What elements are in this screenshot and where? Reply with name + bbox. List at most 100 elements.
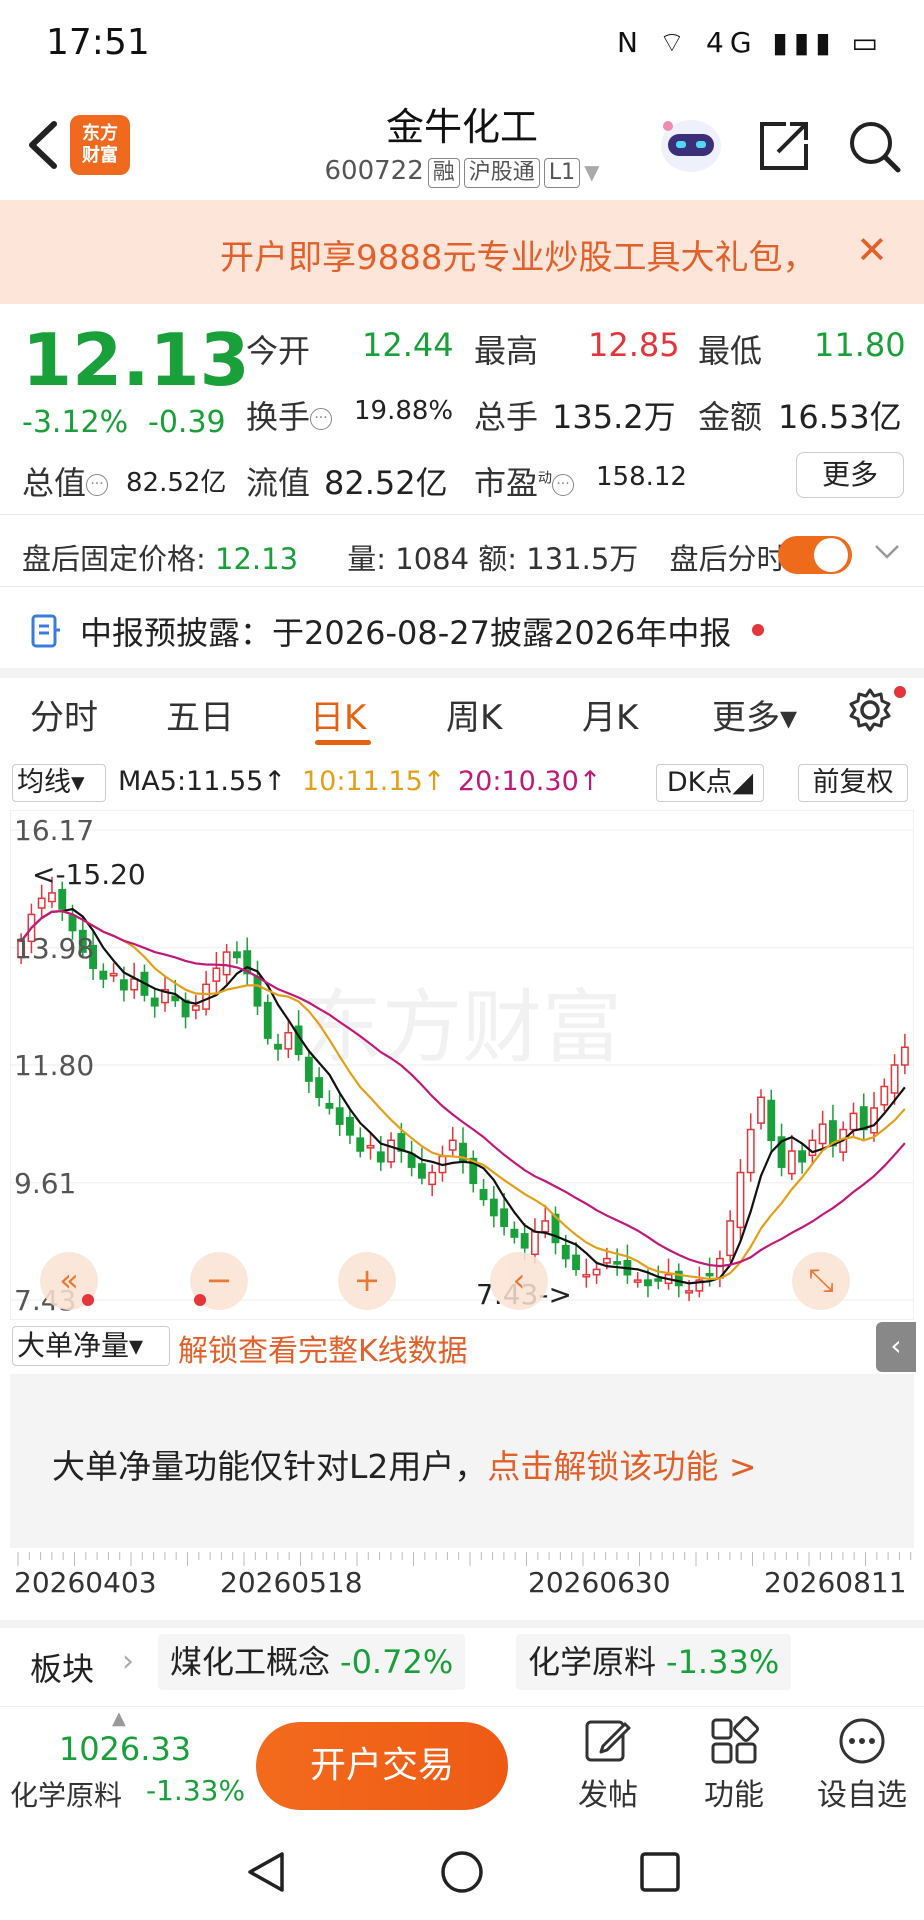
index-value[interactable]: 1026.33 bbox=[20, 1730, 230, 1768]
more-button[interactable]: 更多 bbox=[796, 452, 904, 498]
tab-five-day[interactable]: 五日 bbox=[166, 690, 234, 739]
turnover-value: 19.88% bbox=[354, 396, 454, 426]
divider bbox=[0, 586, 924, 587]
turnover-label-text: 换手 bbox=[246, 398, 311, 436]
candle-down bbox=[68, 914, 77, 932]
ma-select[interactable]: 均线▾ bbox=[12, 764, 106, 802]
amount-label: 金额 bbox=[698, 398, 763, 436]
chevron-right-icon[interactable]: › bbox=[122, 1644, 134, 1679]
promo-text[interactable]: 开户即享9888元专业炒股工具大礼包， bbox=[220, 230, 817, 279]
after-hours-row: 盘后固定价格: 12.13 量: 1084 额: 131.5万 盘后分时 bbox=[22, 536, 786, 578]
notification-dot bbox=[894, 686, 906, 698]
collapse-panel-button[interactable]: ‹ bbox=[876, 1322, 916, 1372]
candle-down bbox=[767, 1099, 776, 1142]
indicator-select[interactable]: 大单净量▾ bbox=[12, 1326, 170, 1366]
section-gap bbox=[0, 1620, 924, 1628]
search-icon[interactable] bbox=[846, 118, 902, 174]
zoom-in-button[interactable]: + bbox=[338, 1252, 396, 1310]
x-axis-ticks bbox=[17, 1552, 912, 1566]
sector-chip[interactable]: 煤化工概念 -0.72% bbox=[158, 1634, 466, 1690]
candle-down bbox=[520, 1233, 529, 1249]
candle-up bbox=[746, 1128, 755, 1174]
x-axis-date: 20260518 bbox=[220, 1566, 363, 1599]
status-icons: N ⌔ 4G ▮▮▮ ▭ bbox=[616, 26, 884, 59]
float-label: 流值 bbox=[246, 464, 311, 502]
chart-scroll-left-button[interactable]: ‹ bbox=[490, 1252, 548, 1310]
caret-down-icon[interactable]: ▼ bbox=[584, 160, 599, 184]
candle-up bbox=[736, 1171, 745, 1229]
x-axis-date: 20260630 bbox=[528, 1566, 671, 1599]
sector-change: -1.33% bbox=[666, 1643, 780, 1681]
pe-label-text: 市盈 bbox=[474, 464, 539, 502]
chart-watermark: 东方财富 bbox=[302, 981, 622, 1074]
functions-button[interactable]: 功能 bbox=[684, 1716, 784, 1814]
sector-label[interactable]: 板块 bbox=[30, 1644, 94, 1690]
gear-icon[interactable] bbox=[846, 686, 894, 734]
turnover-label[interactable]: 换手 ··· bbox=[246, 392, 333, 438]
adjust-mode-button[interactable]: 前复权 bbox=[798, 764, 908, 802]
low-value: 11.80 bbox=[814, 326, 906, 364]
candle-up bbox=[890, 1064, 899, 1094]
add-watchlist-button[interactable]: 设自选 bbox=[812, 1716, 912, 1814]
indicator-message: 大单净量功能仅针对L2用户，点击解锁该功能 > bbox=[52, 1440, 757, 1488]
nav-back-icon[interactable] bbox=[244, 1850, 288, 1894]
dk-point-button[interactable]: DK点◢ bbox=[656, 764, 764, 802]
kline-chart[interactable]: 东方财富 16.1713.9811.809.617.43 <-15.20 7.4… bbox=[10, 810, 914, 1320]
mktcap-label[interactable]: 总值 ··· bbox=[22, 458, 109, 504]
candle-up bbox=[530, 1230, 539, 1256]
current-price: 12.13 bbox=[22, 318, 250, 402]
candle-down bbox=[253, 976, 262, 1007]
nav-recents-icon[interactable] bbox=[638, 1850, 682, 1894]
candle-down bbox=[407, 1153, 416, 1168]
close-icon[interactable]: ✕ bbox=[856, 228, 888, 272]
tab-weekly-k[interactable]: 周K bbox=[446, 690, 502, 739]
candle-up bbox=[592, 1268, 601, 1276]
nav-home-icon[interactable] bbox=[440, 1850, 484, 1894]
index-name[interactable]: 化学原料 bbox=[10, 1774, 122, 1814]
open-account-trade-button[interactable]: 开户交易 bbox=[256, 1722, 508, 1810]
grid-icon bbox=[711, 1716, 759, 1764]
candle-up bbox=[428, 1171, 437, 1186]
divider bbox=[0, 514, 924, 515]
post-button[interactable]: 发帖 bbox=[558, 1716, 658, 1814]
candle-up bbox=[818, 1123, 827, 1145]
indicator-message-text: 大单净量功能仅针对L2用户， bbox=[52, 1447, 488, 1486]
chevron-down-icon[interactable] bbox=[872, 536, 902, 566]
candle-up bbox=[448, 1139, 457, 1151]
sector-chip[interactable]: 化学原料 -1.33% bbox=[516, 1634, 792, 1690]
tab-timeshare[interactable]: 分时 bbox=[30, 690, 98, 739]
report-text[interactable]: 中报预披露：于2026-08-27披露2026年中报 bbox=[80, 608, 731, 654]
high-value: 12.85 bbox=[588, 326, 680, 364]
candle-down bbox=[232, 951, 241, 959]
after-amt-label: 额: bbox=[478, 542, 518, 576]
info-icon[interactable]: ··· bbox=[310, 408, 333, 430]
candle-up bbox=[48, 892, 56, 903]
unlock-feature-link[interactable]: 点击解锁该功能 > bbox=[487, 1447, 756, 1486]
candle-up bbox=[757, 1096, 765, 1124]
toggle-knob bbox=[814, 538, 848, 572]
tab-daily-k[interactable]: 日K bbox=[310, 690, 366, 739]
sector-name: 煤化工概念 bbox=[170, 1643, 331, 1681]
candle-up bbox=[870, 1107, 878, 1134]
ai-assistant-icon[interactable] bbox=[656, 112, 726, 176]
candle-up bbox=[191, 1005, 200, 1011]
caret-up-icon[interactable]: ▲ bbox=[112, 1708, 126, 1729]
unlock-kline-link[interactable]: 解锁查看完整K线数据 bbox=[178, 1326, 468, 1370]
share-icon[interactable] bbox=[756, 118, 812, 174]
y-tick-label: 13.98 bbox=[14, 932, 94, 965]
candle-down bbox=[561, 1244, 570, 1260]
ma10-value: 10:11.15↑ bbox=[302, 766, 446, 797]
fullscreen-button[interactable]: ⤡ bbox=[792, 1252, 850, 1310]
candle-down bbox=[58, 888, 67, 910]
tab-monthly-k[interactable]: 月K bbox=[582, 690, 638, 739]
info-icon[interactable]: ··· bbox=[86, 474, 109, 496]
candle-up bbox=[109, 972, 118, 977]
candle-down bbox=[479, 1189, 488, 1201]
candle-down bbox=[654, 1278, 663, 1282]
tab-more[interactable]: 更多▾ bbox=[712, 690, 797, 739]
tab-underline bbox=[315, 740, 371, 745]
pe-label[interactable]: 市盈动 ··· bbox=[474, 458, 575, 504]
candle-down bbox=[304, 1056, 313, 1082]
candle-down bbox=[510, 1228, 519, 1238]
info-icon[interactable]: ··· bbox=[552, 474, 575, 496]
